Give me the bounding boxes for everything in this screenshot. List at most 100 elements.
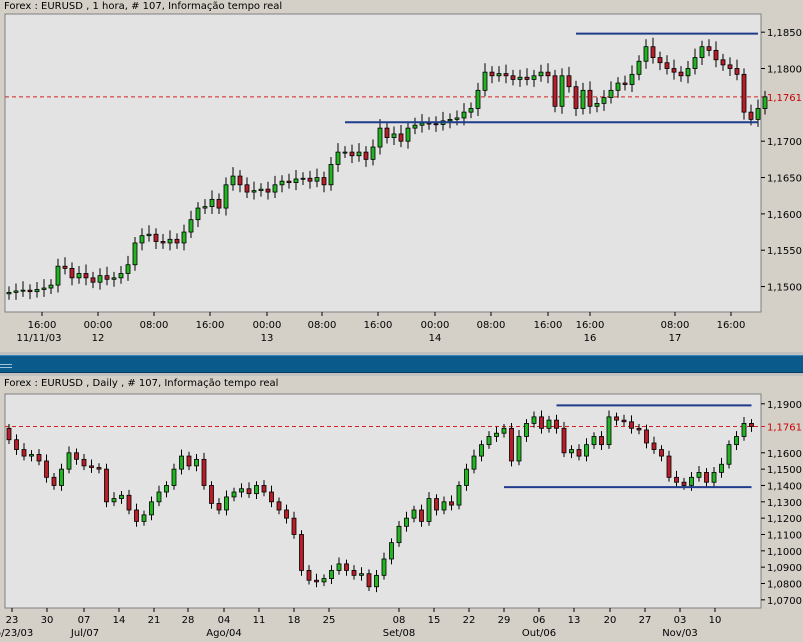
y-tick-label: 1,1300 (767, 498, 802, 509)
candle-down (704, 472, 709, 483)
candle-up (34, 289, 40, 293)
candle-down (96, 467, 102, 470)
candle-down (284, 509, 289, 519)
x-tick-label: 14 (113, 615, 126, 626)
pane-splitter[interactable] (0, 352, 803, 376)
candle-up (559, 75, 565, 107)
hourly-chart[interactable]: 1,1850 1,1800 1,1761 1,1700 1,1650 1,1600 1,15… (0, 0, 803, 352)
candle-down (306, 570, 312, 581)
candle-up (254, 485, 259, 495)
candle-up (359, 573, 364, 576)
splitter-bar[interactable] (0, 355, 803, 373)
x-tick-label: 08:00 (308, 320, 337, 331)
candle-up (179, 455, 184, 470)
candle-down (741, 73, 747, 113)
daily-chart[interactable]: 1,1900 1,1761 1,1600 1,1500 1,1400 1,1300 1,12… (0, 376, 803, 642)
candle-up (405, 127, 411, 142)
x-date-label: 13 (261, 333, 274, 344)
candle-up (194, 458, 199, 467)
candle-up (594, 103, 600, 107)
candle-down (539, 416, 544, 429)
x-date-label: 17 (669, 333, 682, 344)
candle-up (447, 118, 453, 122)
candle-down (269, 491, 274, 503)
y-tick-label: 1,1700 (767, 137, 802, 148)
candle-down (614, 416, 619, 421)
candle-up (475, 89, 481, 109)
candle-down (573, 86, 579, 109)
candle-up (125, 264, 131, 274)
hourly-chart-pane[interactable]: Forex : EURUSD , 1 hora, # 107, Informaç… (0, 0, 803, 352)
candle-up (517, 76, 523, 80)
x-tick-label: 00:00 (84, 320, 113, 331)
candle-down (713, 49, 719, 61)
candle-up (426, 498, 432, 522)
candle-down (419, 509, 424, 522)
x-tick-label: 08:00 (477, 320, 506, 331)
x-date-label: 16 (584, 333, 597, 344)
x-tick-label: 11 (253, 615, 266, 626)
candle-down (246, 488, 252, 495)
candle-up (48, 284, 54, 289)
candle-down (89, 465, 94, 468)
candle-up (501, 427, 507, 434)
x-date-label: Out/06 (522, 628, 556, 639)
x-tick-label: 30 (41, 615, 54, 626)
candle-up (146, 233, 152, 237)
x-tick-label: 18 (288, 615, 301, 626)
candle-down (126, 494, 132, 511)
daily-chart-pane[interactable]: Forex : EURUSD , Daily , # 107, Informaç… (0, 376, 803, 642)
x-tick-label: 16:00 (576, 320, 605, 331)
candle-up (441, 501, 447, 511)
candle-up (643, 46, 649, 62)
candle-down (6, 427, 12, 441)
candle-up (699, 46, 705, 59)
candle-up (496, 73, 502, 77)
candle-down (74, 452, 79, 460)
candle-down (51, 476, 57, 486)
candle-down (366, 573, 372, 588)
candle-down (349, 151, 355, 157)
candle-up (396, 525, 402, 544)
x-tick-label: 10 (709, 615, 722, 626)
candle-down (286, 180, 292, 184)
candle-up (538, 71, 544, 77)
candle-up (156, 491, 162, 503)
candle-down (83, 273, 89, 279)
y-tick-label: 1,1500 (767, 465, 802, 476)
x-tick-label: 13 (568, 615, 581, 626)
candle-up (711, 472, 717, 483)
y-tick-label: 1,1200 (767, 514, 802, 525)
x-tick-label: 00:00 (253, 320, 282, 331)
x-tick-label: 00:00 (421, 320, 450, 331)
y-tick-label: 1,1900 (767, 400, 802, 411)
candle-up (391, 133, 397, 138)
x-tick-label: 22 (463, 615, 476, 626)
candle-up (20, 289, 26, 292)
y-tick-label: 1,1550 (767, 246, 802, 257)
candle-up (230, 175, 236, 186)
x-tick-label: 08:00 (661, 320, 690, 331)
candle-up (41, 287, 47, 290)
candle-down (216, 198, 222, 209)
candle-up (118, 273, 124, 279)
candle-up (411, 509, 417, 519)
candle-up (111, 498, 117, 503)
candle-up (516, 436, 522, 462)
candle-down (276, 501, 282, 511)
candle-down (749, 423, 754, 427)
candle-down (433, 123, 439, 126)
candle-down (706, 46, 712, 51)
candle-down (351, 570, 357, 576)
candle-down (510, 75, 516, 80)
candle-down (244, 184, 250, 193)
candle-down (69, 267, 75, 279)
candle-down (748, 111, 754, 120)
candle-down (666, 455, 672, 478)
candle-up (454, 117, 460, 120)
splitter-grip-icon (0, 362, 14, 372)
candle-up (188, 219, 194, 233)
candle-down (503, 73, 509, 77)
candle-down (384, 127, 390, 138)
candle-up (314, 177, 320, 182)
